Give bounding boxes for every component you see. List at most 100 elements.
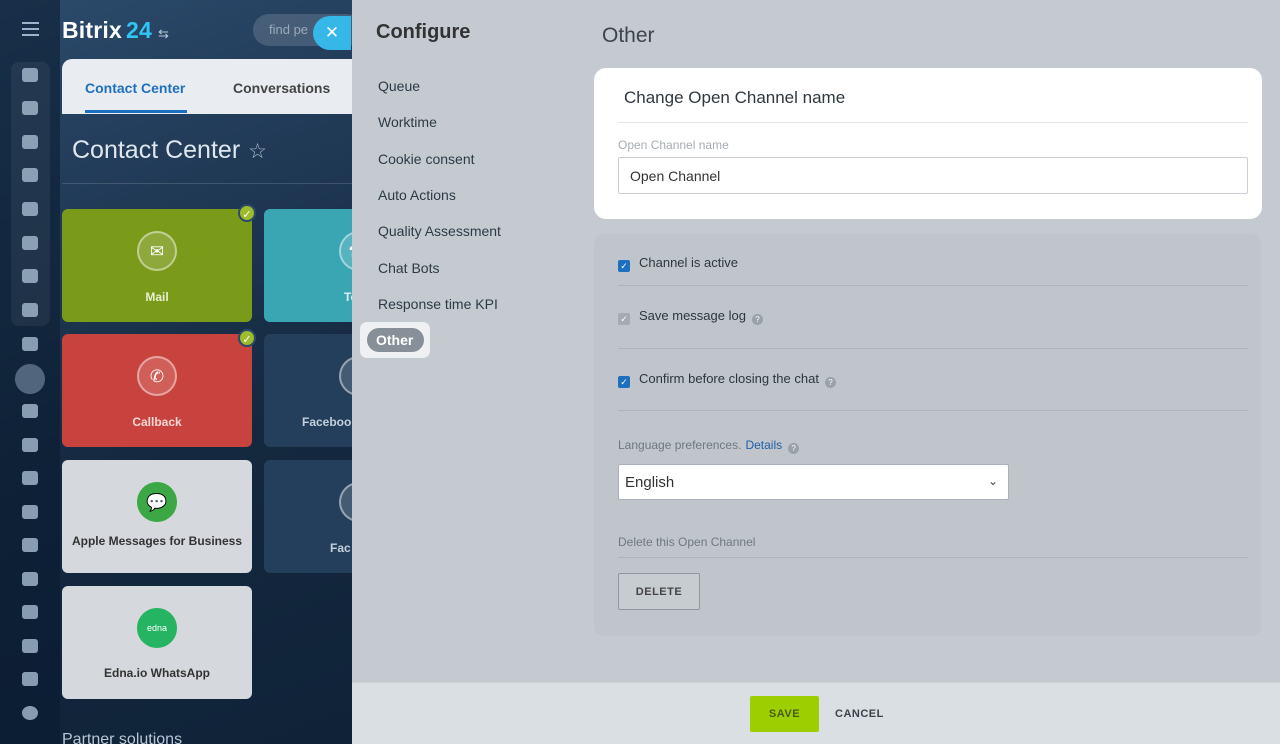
logo-main: Bitrix (62, 17, 122, 43)
divider (618, 557, 1248, 558)
robot-icon[interactable] (22, 639, 38, 653)
tile-label: Edna.io WhatsApp (104, 666, 210, 680)
message-bubble-icon: 💬 (137, 482, 177, 522)
document-icon[interactable] (22, 202, 38, 216)
delete-button[interactable]: DELETE (618, 573, 700, 610)
channel-name-input[interactable] (618, 157, 1248, 194)
checkbox-disabled-icon: ✓ (618, 313, 630, 325)
option-channel-active[interactable]: ✓ Channel is active (618, 255, 738, 272)
nav-item-response-time-kpi[interactable]: Response time KPI (378, 296, 498, 312)
analytics-icon[interactable] (22, 572, 38, 586)
tile-label: Callback (132, 415, 182, 429)
tile-edna-whatsapp[interactable]: edna Edna.io WhatsApp (62, 586, 252, 699)
tile-label: Apple Messages for Business (71, 534, 243, 548)
nav-item-auto-actions[interactable]: Auto Actions (378, 187, 456, 203)
tile-mail[interactable]: ✉ Mail ✓ (62, 204, 256, 322)
page-title: Contact Center ☆ (72, 136, 267, 165)
tab-conversations[interactable]: Conversations (233, 80, 330, 96)
left-rail (0, 0, 60, 744)
checkbox-checked-icon[interactable]: ✓ (618, 260, 630, 272)
details-link[interactable]: Details (745, 438, 782, 452)
section-title: Other (602, 24, 655, 47)
app-logo[interactable]: Bitrix 24 ⇆ (62, 17, 169, 44)
configure-panel: Configure Queue Worktime Cookie consent … (352, 0, 1280, 744)
option-confirm-close[interactable]: ✓ Confirm before closing the chat? (618, 371, 836, 388)
chevron-down-icon: ⌄ (987, 474, 998, 488)
divider (618, 348, 1248, 349)
contact-center-icon[interactable] (15, 364, 45, 394)
channel-name-card: Change Open Channel name Open Channel na… (594, 68, 1262, 219)
option-label: Channel is active (639, 255, 738, 270)
tile-telephony[interactable]: ☎ Tele (264, 209, 352, 322)
tile-label: Faceboo (302, 415, 352, 429)
save-button[interactable]: SAVE (750, 696, 819, 732)
tasks-icon[interactable] (22, 101, 38, 115)
help-icon[interactable]: ? (751, 314, 763, 325)
tile-label: Mail (145, 290, 169, 304)
calendar-icon[interactable] (22, 168, 38, 182)
checkbox-checked-icon[interactable]: ✓ (618, 376, 630, 388)
tile-callback[interactable]: ✆ Callback ✓ (62, 329, 256, 447)
field-label: Open Channel name (618, 138, 729, 152)
facebook-icon: f (339, 356, 352, 396)
nav-item-worktime[interactable]: Worktime (378, 114, 437, 130)
tile-facebook[interactable]: f Faceboo (264, 334, 352, 447)
footer-bar: SAVE CANCEL (352, 682, 1280, 744)
cart-icon[interactable] (22, 471, 38, 485)
background-app: Bitrix 24 ⇆ find pe Contact Center Convers… (0, 0, 352, 744)
more-icon[interactable] (22, 706, 38, 720)
option-label: Save message log (639, 308, 746, 323)
divider (62, 183, 352, 184)
edit-icon[interactable] (22, 505, 38, 519)
close-panel-button[interactable]: ✕ (313, 16, 351, 50)
page-title-text: Contact Center (72, 136, 241, 164)
card-icon[interactable] (22, 605, 38, 619)
language-select[interactable]: English ⌄ (618, 464, 1009, 500)
target-icon[interactable] (22, 438, 38, 452)
divider (618, 122, 1248, 123)
logo-number: 24 (126, 17, 152, 43)
sign-icon[interactable] (22, 538, 38, 552)
partner-solutions-heading: Partner solutions (62, 731, 183, 744)
nav-item-other[interactable]: Other (360, 322, 430, 358)
box-icon[interactable] (22, 672, 38, 686)
option-label: Confirm before closing the chat (639, 371, 819, 386)
language-label: Language preferences. Details? (618, 438, 800, 454)
phone-icon: ☎ (339, 231, 352, 271)
star-icon[interactable]: ☆ (248, 140, 267, 163)
tile-apple-messages[interactable]: 💬 Apple Messages for Business (62, 460, 252, 573)
tile-facebook-comments[interactable]: f Fac (264, 460, 352, 573)
delete-label: Delete this Open Channel (618, 535, 756, 549)
tile-label: Fac (330, 541, 351, 555)
nav-item-queue[interactable]: Queue (378, 78, 420, 94)
cancel-button[interactable]: CANCEL (835, 696, 884, 732)
groups-icon[interactable] (22, 303, 38, 317)
help-icon[interactable]: ? (824, 377, 836, 388)
facebook-icon: f (339, 482, 352, 522)
option-save-log: ✓ Save message log? (618, 308, 763, 325)
tile-label: Tele (344, 290, 352, 304)
nav-item-chat-bots[interactable]: Chat Bots (378, 260, 439, 276)
options-card: ✓ Channel is active ✓ Save message log? ✓ C… (594, 234, 1261, 636)
edna-logo-icon: edna (137, 608, 177, 648)
card-header: Change Open Channel name (624, 88, 846, 107)
language-value: English (625, 474, 675, 491)
swap-icon: ⇆ (157, 26, 170, 41)
check-icon: ✓ (238, 329, 256, 347)
menu-icon[interactable] (22, 22, 39, 36)
nav-item-other-label: Other (367, 328, 424, 352)
mail-icon[interactable] (22, 269, 38, 283)
envelope-icon: ✉ (137, 231, 177, 271)
nav-item-quality-assessment[interactable]: Quality Assessment (378, 223, 501, 239)
check-icon: ✓ (238, 204, 256, 222)
feed-icon[interactable] (22, 68, 38, 82)
checkbox-icon[interactable] (22, 337, 38, 351)
drive-icon[interactable] (22, 236, 38, 250)
company-icon[interactable] (22, 404, 38, 418)
chat-icon[interactable] (22, 135, 38, 149)
close-icon: ✕ (324, 23, 340, 42)
nav-item-cookie-consent[interactable]: Cookie consent (378, 151, 475, 167)
tab-contact-center[interactable]: Contact Center (85, 80, 188, 113)
help-icon[interactable]: ? (788, 443, 800, 454)
divider (618, 410, 1248, 411)
